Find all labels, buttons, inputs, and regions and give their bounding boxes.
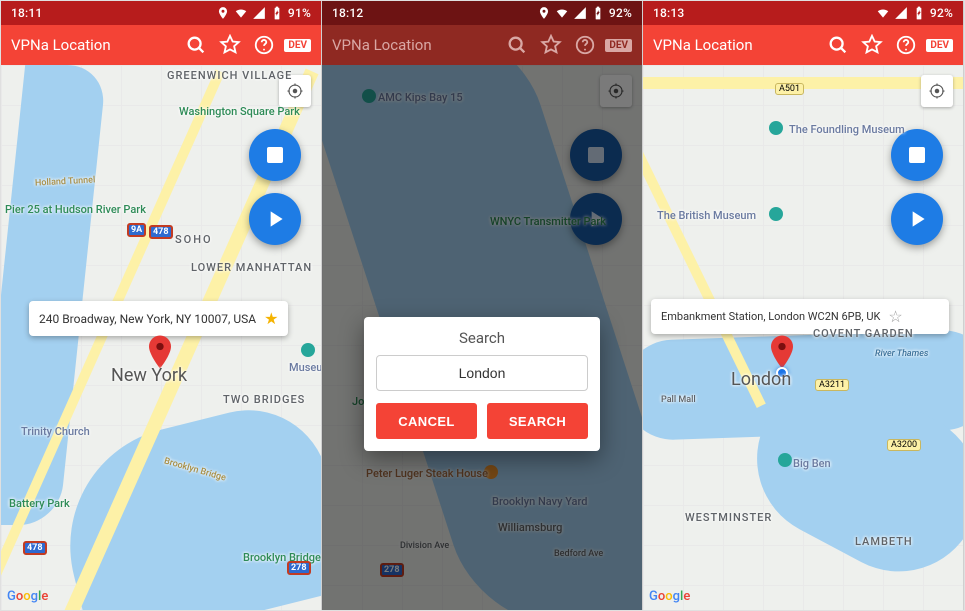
status-bar: 18:12 92%	[322, 1, 642, 25]
status-icons: 92%	[876, 6, 953, 20]
address-text: Embankment Station, London WC2N 6PB, UK	[661, 310, 880, 323]
museum-poi-icon	[769, 121, 783, 135]
status-time: 18:12	[332, 6, 363, 20]
status-bar: 18:11 91%	[1, 1, 321, 25]
road-badge: A3211	[815, 379, 849, 391]
stop-icon	[909, 147, 925, 163]
favorite-icon[interactable]	[537, 31, 565, 59]
wifi-icon	[234, 6, 248, 20]
status-bar: 18:13 92%	[643, 1, 963, 25]
stop-fab[interactable]	[249, 129, 301, 181]
search-icon[interactable]	[824, 31, 852, 59]
signal-icon	[252, 6, 266, 20]
phone-screen-1: 18:11 91% VPNa Location DEV	[1, 1, 322, 610]
stop-icon	[267, 147, 283, 163]
status-time: 18:13	[653, 6, 684, 20]
map[interactable]: Embankment Station, London WC2N 6PB, UK …	[643, 65, 963, 610]
status-time: 18:11	[11, 6, 42, 20]
signal-icon	[894, 6, 908, 20]
help-icon[interactable]	[250, 31, 278, 59]
play-icon	[904, 206, 930, 232]
address-card[interactable]: 240 Broadway, New York, NY 10007, USA ★	[29, 301, 288, 336]
favorite-icon[interactable]	[858, 31, 886, 59]
search-icon[interactable]	[182, 31, 210, 59]
dialog-title: Search	[376, 329, 588, 347]
address-text: 240 Broadway, New York, NY 10007, USA	[39, 312, 256, 326]
wifi-icon	[555, 6, 569, 20]
road-badge: A501	[775, 83, 804, 95]
help-icon[interactable]	[892, 31, 920, 59]
favorite-icon[interactable]	[216, 31, 244, 59]
app-bar: VPNa Location DEV	[1, 25, 321, 65]
route-shield: 478	[23, 541, 47, 555]
help-icon[interactable]	[571, 31, 599, 59]
search-icon[interactable]	[503, 31, 531, 59]
battery-icon	[270, 6, 284, 20]
app-title: VPNa Location	[11, 36, 176, 54]
google-logo: Google	[7, 589, 48, 604]
dev-badge[interactable]: DEV	[926, 39, 953, 52]
wifi-icon	[876, 6, 890, 20]
location-icon	[216, 6, 230, 20]
map[interactable]: 240 Broadway, New York, NY 10007, USA ★ …	[1, 65, 321, 610]
favorite-star-icon[interactable]: ☆	[888, 307, 902, 326]
museum-poi-icon	[301, 343, 315, 357]
search-button[interactable]: SEARCH	[487, 403, 588, 439]
phone-screen-3: 18:13 92% VPNa Location DEV Embankment S…	[643, 1, 964, 610]
my-location-button[interactable]	[279, 75, 311, 107]
app-title: VPNa Location	[332, 36, 497, 54]
battery-percent: 92%	[930, 6, 953, 20]
stop-fab[interactable]	[891, 129, 943, 181]
museum-poi-icon	[769, 207, 783, 221]
poi-icon	[778, 453, 792, 467]
google-logo: Google	[649, 589, 690, 604]
search-input[interactable]	[376, 355, 588, 391]
battery-icon	[591, 6, 605, 20]
battery-icon	[912, 6, 926, 20]
my-location-button[interactable]	[921, 75, 953, 107]
route-shield: 278	[287, 561, 311, 575]
app-bar: VPNa Location DEV	[643, 25, 963, 65]
cancel-button[interactable]: CANCEL	[376, 403, 477, 439]
location-icon	[537, 6, 551, 20]
road-badge: A3200	[887, 439, 921, 451]
current-location-dot	[776, 367, 788, 379]
route-shield: 9A	[127, 223, 146, 237]
route-shield: 478	[149, 225, 173, 239]
dev-badge[interactable]: DEV	[605, 39, 632, 52]
battery-percent: 91%	[288, 6, 311, 20]
dev-badge[interactable]: DEV	[284, 39, 311, 52]
address-card[interactable]: Embankment Station, London WC2N 6PB, UK …	[651, 299, 949, 334]
favorite-star-icon[interactable]: ★	[264, 309, 278, 328]
play-fab[interactable]	[891, 193, 943, 245]
play-fab[interactable]	[249, 193, 301, 245]
signal-icon	[573, 6, 587, 20]
play-icon	[262, 206, 288, 232]
phone-screen-2: 18:12 92% VPNa Location DEV AMC Kips Bay…	[322, 1, 643, 610]
map[interactable]: AMC Kips Bay 15 WNYC Transmitter Park Jo…	[322, 65, 642, 610]
status-icons: 92%	[537, 6, 632, 20]
app-bar: VPNa Location DEV	[322, 25, 642, 65]
search-dialog: Search CANCEL SEARCH	[364, 317, 600, 451]
app-title: VPNa Location	[653, 36, 818, 54]
battery-percent: 92%	[609, 6, 632, 20]
status-icons: 91%	[216, 6, 311, 20]
